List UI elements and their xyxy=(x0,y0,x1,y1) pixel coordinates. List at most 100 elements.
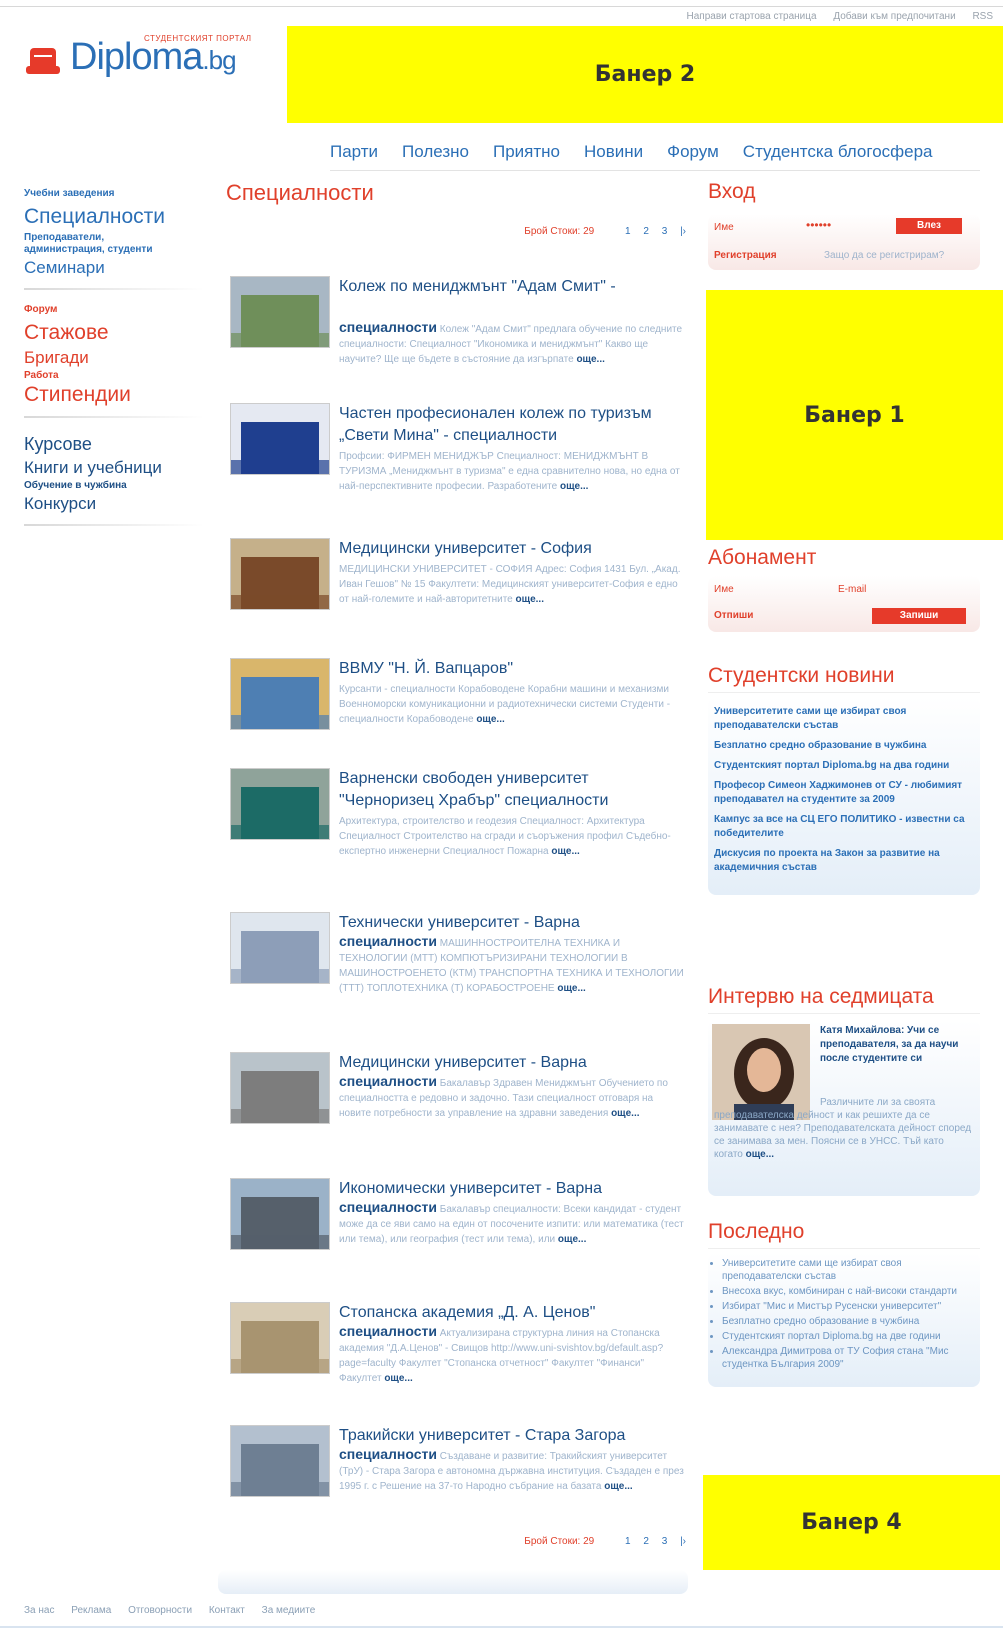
nav-item-useful[interactable]: Полезно xyxy=(402,142,469,162)
sidebar-link-internships[interactable]: Стажове xyxy=(24,320,204,346)
specialty-title[interactable]: Тракийски университет - Стара Загора xyxy=(339,1425,684,1447)
more-link[interactable]: още... xyxy=(611,1108,639,1119)
banner-1[interactable]: Банер 1 xyxy=(706,290,1003,540)
sidebar-link-scholarships[interactable]: Стипендии xyxy=(24,382,204,408)
specialty-title[interactable]: ВВМУ "Н. Й. Вапцаров" xyxy=(339,658,684,680)
pager-page-2[interactable]: 2 xyxy=(643,226,649,237)
footer-link-about[interactable]: За нас xyxy=(24,1605,54,1616)
more-link[interactable]: още... xyxy=(557,983,585,994)
specialty-description: специалности Колеж "Адам Смит" предлага … xyxy=(339,319,683,366)
top-link-favorites[interactable]: Добави към предпочитани xyxy=(833,11,955,22)
more-link[interactable]: още... xyxy=(604,1481,632,1492)
pager-next[interactable]: |› xyxy=(680,226,686,237)
specialty-thumbnail[interactable] xyxy=(230,912,330,984)
nav-item-forum[interactable]: Форум xyxy=(667,142,719,162)
specialty-thumbnail[interactable] xyxy=(230,1425,330,1497)
nav-item-parties[interactable]: Парти xyxy=(330,142,378,162)
interview-section: Интервю на седмицата Катя Михайлова: Учи… xyxy=(708,985,980,1196)
sidebar-link-seminars[interactable]: Семинари xyxy=(24,256,204,280)
more-link[interactable]: още... xyxy=(558,1234,586,1245)
specialty-thumbnail[interactable] xyxy=(230,276,330,348)
more-link[interactable]: още... xyxy=(384,1373,412,1384)
specialty-title[interactable]: Колеж по мениджмънт "Адам Смит" - xyxy=(339,276,684,298)
top-divider xyxy=(0,6,1003,7)
subscribe-name-label[interactable]: Име xyxy=(714,584,734,595)
last-item[interactable]: Внесоха вкус, комбиниран с най-високи ст… xyxy=(722,1285,976,1298)
specialty-description: специалности Бакалавър специалности: Все… xyxy=(339,1199,684,1246)
footer-link-media[interactable]: За медиите xyxy=(262,1605,316,1616)
specialty-title[interactable]: Медицински университет - София xyxy=(339,538,684,560)
footer-link-responsibility[interactable]: Отговорности xyxy=(128,1605,192,1616)
more-link[interactable]: още... xyxy=(551,846,579,857)
news-item[interactable]: Безплатно средно образование в чужбина xyxy=(714,739,974,753)
sidebar-link-courses[interactable]: Курсове xyxy=(24,432,204,456)
footer-link-ads[interactable]: Реклама xyxy=(71,1605,111,1616)
more-link[interactable]: още... xyxy=(576,354,604,365)
specialty-thumbnail[interactable] xyxy=(230,1302,330,1374)
pager-page-1[interactable]: 1 xyxy=(625,226,631,237)
pager-page-2[interactable]: 2 xyxy=(643,1536,649,1547)
password-field[interactable]: •••••• xyxy=(806,218,831,232)
pager-page-3[interactable]: 3 xyxy=(662,1536,668,1547)
footer-divider xyxy=(0,1626,1003,1628)
nav-item-pleasant[interactable]: Приятно xyxy=(493,142,560,162)
why-register-link[interactable]: Защо да се регистрирам? xyxy=(824,250,944,261)
specialty-thumbnail[interactable] xyxy=(230,768,330,840)
specialty-description: МЕДИЦИНСКИ УНИВЕРСИТЕТ - СОФИЯ Адрес: Со… xyxy=(339,564,681,605)
nav-item-news[interactable]: Новини xyxy=(584,142,643,162)
specialty-thumbnail[interactable] xyxy=(230,403,330,475)
last-item[interactable]: Избират "Мис и Мистър Русенски университ… xyxy=(722,1300,976,1313)
sidebar-link-work[interactable]: Работа xyxy=(24,370,204,382)
specialty-description: специалности Актуализирана структурна ли… xyxy=(339,1323,664,1385)
sidebar-link-institutions[interactable]: Учебни заведения xyxy=(24,188,204,200)
sidebar-link-contests[interactable]: Конкурси xyxy=(24,492,204,516)
pager-page-1[interactable]: 1 xyxy=(625,1536,631,1547)
more-link[interactable]: още... xyxy=(476,714,504,725)
specialty-thumbnail[interactable] xyxy=(230,1178,330,1250)
interview-more-link[interactable]: още... xyxy=(746,1149,774,1160)
specialty-title[interactable]: Варненски свободен университет "Чернориз… xyxy=(339,768,684,812)
site-logo[interactable]: СТУДЕНТСКИЯТ ПОРТАЛ Diploma.bg xyxy=(26,34,261,84)
sidebar-link-specialties[interactable]: Специалности xyxy=(24,204,204,230)
banner-2[interactable]: Банер 2 xyxy=(287,26,1003,123)
footer-link-contact[interactable]: Контакт xyxy=(209,1605,245,1616)
sidebar-link-brigades[interactable]: Бригади xyxy=(24,346,204,370)
news-item[interactable]: Кампус за все на СЦ ЕГО ПОЛИТИКО - извес… xyxy=(714,813,974,841)
specialty-title[interactable]: Икономически университет - Варна xyxy=(339,1178,684,1200)
sidebar-link-forum[interactable]: Форум xyxy=(24,304,204,316)
last-item[interactable]: Безплатно средно образование в чужбина xyxy=(722,1315,976,1328)
subscribe-button[interactable]: Запиши xyxy=(872,608,966,624)
unsubscribe-option[interactable]: Отпиши xyxy=(714,610,753,621)
nav-item-blogosphere[interactable]: Студентска блогосфера xyxy=(743,142,933,162)
interview-lead[interactable]: Катя Михайлова: Учи се преподавателя, за… xyxy=(820,1024,970,1066)
login-button[interactable]: Влез xyxy=(896,218,962,234)
sidebar-link-teachers[interactable]: Преподаватели, администрация, студенти xyxy=(24,232,174,256)
sidebar-link-abroad[interactable]: Обучение в чужбина xyxy=(24,480,204,492)
specialty-thumbnail[interactable] xyxy=(230,538,330,610)
pager-next[interactable]: |› xyxy=(680,1536,686,1547)
last-item[interactable]: Студентският портал Diploma.bg на две го… xyxy=(722,1330,976,1343)
specialty-thumbnail[interactable] xyxy=(230,1052,330,1124)
specialty-title[interactable]: Технически университет - Варна xyxy=(339,912,684,934)
top-link-homepage[interactable]: Направи стартова страница xyxy=(687,11,817,22)
news-item[interactable]: Университетите сами ще избират своя преп… xyxy=(714,705,974,733)
last-item[interactable]: Университетите сами ще избират своя преп… xyxy=(722,1257,976,1283)
specialty-title[interactable]: Частен професионален колеж по туризъм „С… xyxy=(339,403,684,447)
register-link[interactable]: Регистрация xyxy=(714,250,777,261)
specialty-subtitle: специалности xyxy=(339,1323,437,1339)
pager-page-3[interactable]: 3 xyxy=(662,226,668,237)
specialty-title[interactable]: Медицински университет - Варна xyxy=(339,1052,684,1074)
top-link-rss[interactable]: RSS xyxy=(972,11,993,22)
news-item[interactable]: Студентският портал Diploma.bg на два го… xyxy=(714,759,974,773)
banner-4[interactable]: Банер 4 xyxy=(703,1475,1000,1570)
specialty-title[interactable]: Стопанска академия „Д. А. Ценов" xyxy=(339,1302,684,1324)
last-item[interactable]: Александра Димитрова от ТУ София стана "… xyxy=(722,1345,976,1371)
news-item[interactable]: Дискусия по проекта на Закон за развитие… xyxy=(714,847,974,875)
more-link[interactable]: още... xyxy=(516,594,544,605)
specialty-thumbnail[interactable] xyxy=(230,658,330,730)
subscribe-email-label[interactable]: E-mail xyxy=(838,584,866,595)
news-item[interactable]: Професор Симеон Хаджимонев от СУ - любим… xyxy=(714,779,974,807)
more-link[interactable]: още... xyxy=(560,481,588,492)
main-content: Специалности Брой Стоки: 29 1 2 3 |› xyxy=(226,180,686,237)
sidebar-link-books[interactable]: Книги и учебници xyxy=(24,456,204,480)
